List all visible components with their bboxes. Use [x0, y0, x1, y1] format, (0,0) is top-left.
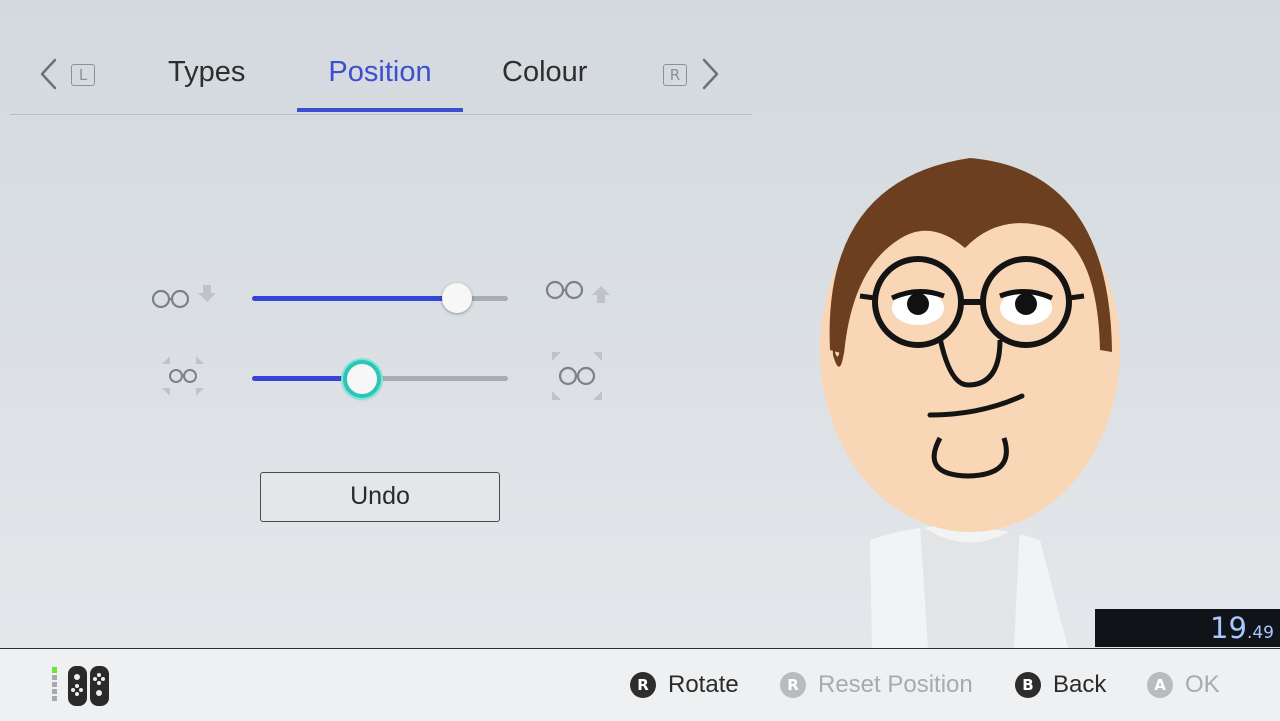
footer-bar: R Rotate R Reset Position B Back A OK [0, 648, 1280, 721]
chevron-left-icon[interactable] [38, 58, 58, 90]
tab-colour-label: Colour [502, 56, 588, 88]
rotate-hint[interactable]: R Rotate [630, 671, 739, 699]
tab-types[interactable]: Types [168, 56, 245, 89]
speedrun-timer: 19.49 [1095, 609, 1280, 647]
active-tab-underline [297, 108, 463, 112]
r-stick-press-icon: R [780, 672, 806, 698]
r-stick-button-icon: R [630, 672, 656, 698]
glasses-move-down-icon [150, 282, 220, 319]
back-label: Back [1053, 671, 1107, 698]
slider-fill [252, 296, 457, 301]
rotate-label: Rotate [668, 671, 739, 698]
l-button-icon[interactable]: L [71, 64, 95, 86]
size-slider[interactable] [252, 360, 508, 398]
timer-fraction: .49 [1246, 623, 1274, 643]
tab-position[interactable]: Position [297, 56, 463, 112]
chevron-right-icon[interactable] [701, 58, 721, 90]
tab-bar: L Types Position Colour R [0, 44, 760, 116]
tab-colour[interactable]: Colour [502, 56, 587, 89]
glasses-move-up-icon [544, 276, 614, 313]
ok-hint[interactable]: A OK [1147, 671, 1220, 699]
r-button-icon[interactable]: R [663, 64, 687, 86]
tab-types-label: Types [168, 56, 246, 88]
tab-bar-divider [10, 114, 752, 115]
vertical-position-slider[interactable] [252, 283, 508, 313]
undo-button[interactable]: Undo [260, 472, 500, 522]
mii-character-preview[interactable] [800, 140, 1140, 653]
glasses-enlarge-icon [550, 350, 604, 407]
reset-position-label: Reset Position [818, 671, 973, 698]
slider-knob-selected[interactable] [343, 360, 382, 398]
glasses-shrink-icon [158, 352, 208, 405]
timer-seconds: 19 [1210, 611, 1247, 645]
back-hint[interactable]: B Back [1015, 671, 1106, 699]
reset-position-hint[interactable]: R Reset Position [780, 671, 973, 699]
b-button-icon: B [1015, 672, 1041, 698]
a-button-icon: A [1147, 672, 1173, 698]
tab-position-label: Position [328, 56, 432, 88]
joycon-controller-icon [50, 665, 112, 712]
ok-label: OK [1185, 671, 1220, 698]
slider-knob[interactable] [441, 283, 472, 313]
